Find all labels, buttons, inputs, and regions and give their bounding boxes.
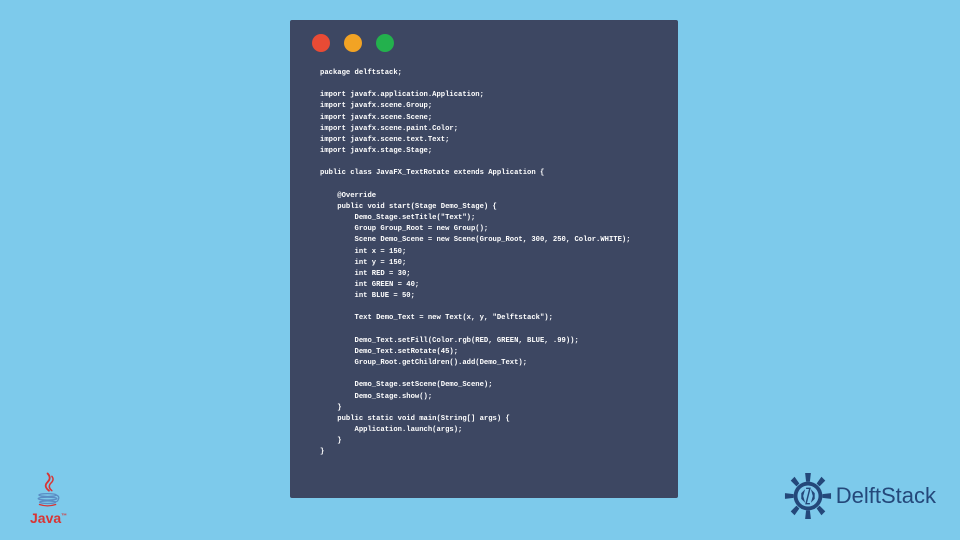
maximize-icon[interactable]	[376, 34, 394, 52]
delftstack-gear-icon	[784, 472, 832, 520]
close-icon[interactable]	[312, 34, 330, 52]
window-controls	[312, 34, 394, 52]
delftstack-label: DelftStack	[836, 483, 936, 509]
minimize-icon[interactable]	[344, 34, 362, 52]
java-label: Java™	[30, 510, 67, 526]
java-logo: Java™	[30, 472, 67, 526]
java-cup-icon	[34, 472, 64, 508]
code-window: package delftstack; import javafx.applic…	[290, 20, 678, 498]
delftstack-logo: DelftStack	[784, 472, 936, 520]
code-block: package delftstack; import javafx.applic…	[320, 68, 658, 458]
